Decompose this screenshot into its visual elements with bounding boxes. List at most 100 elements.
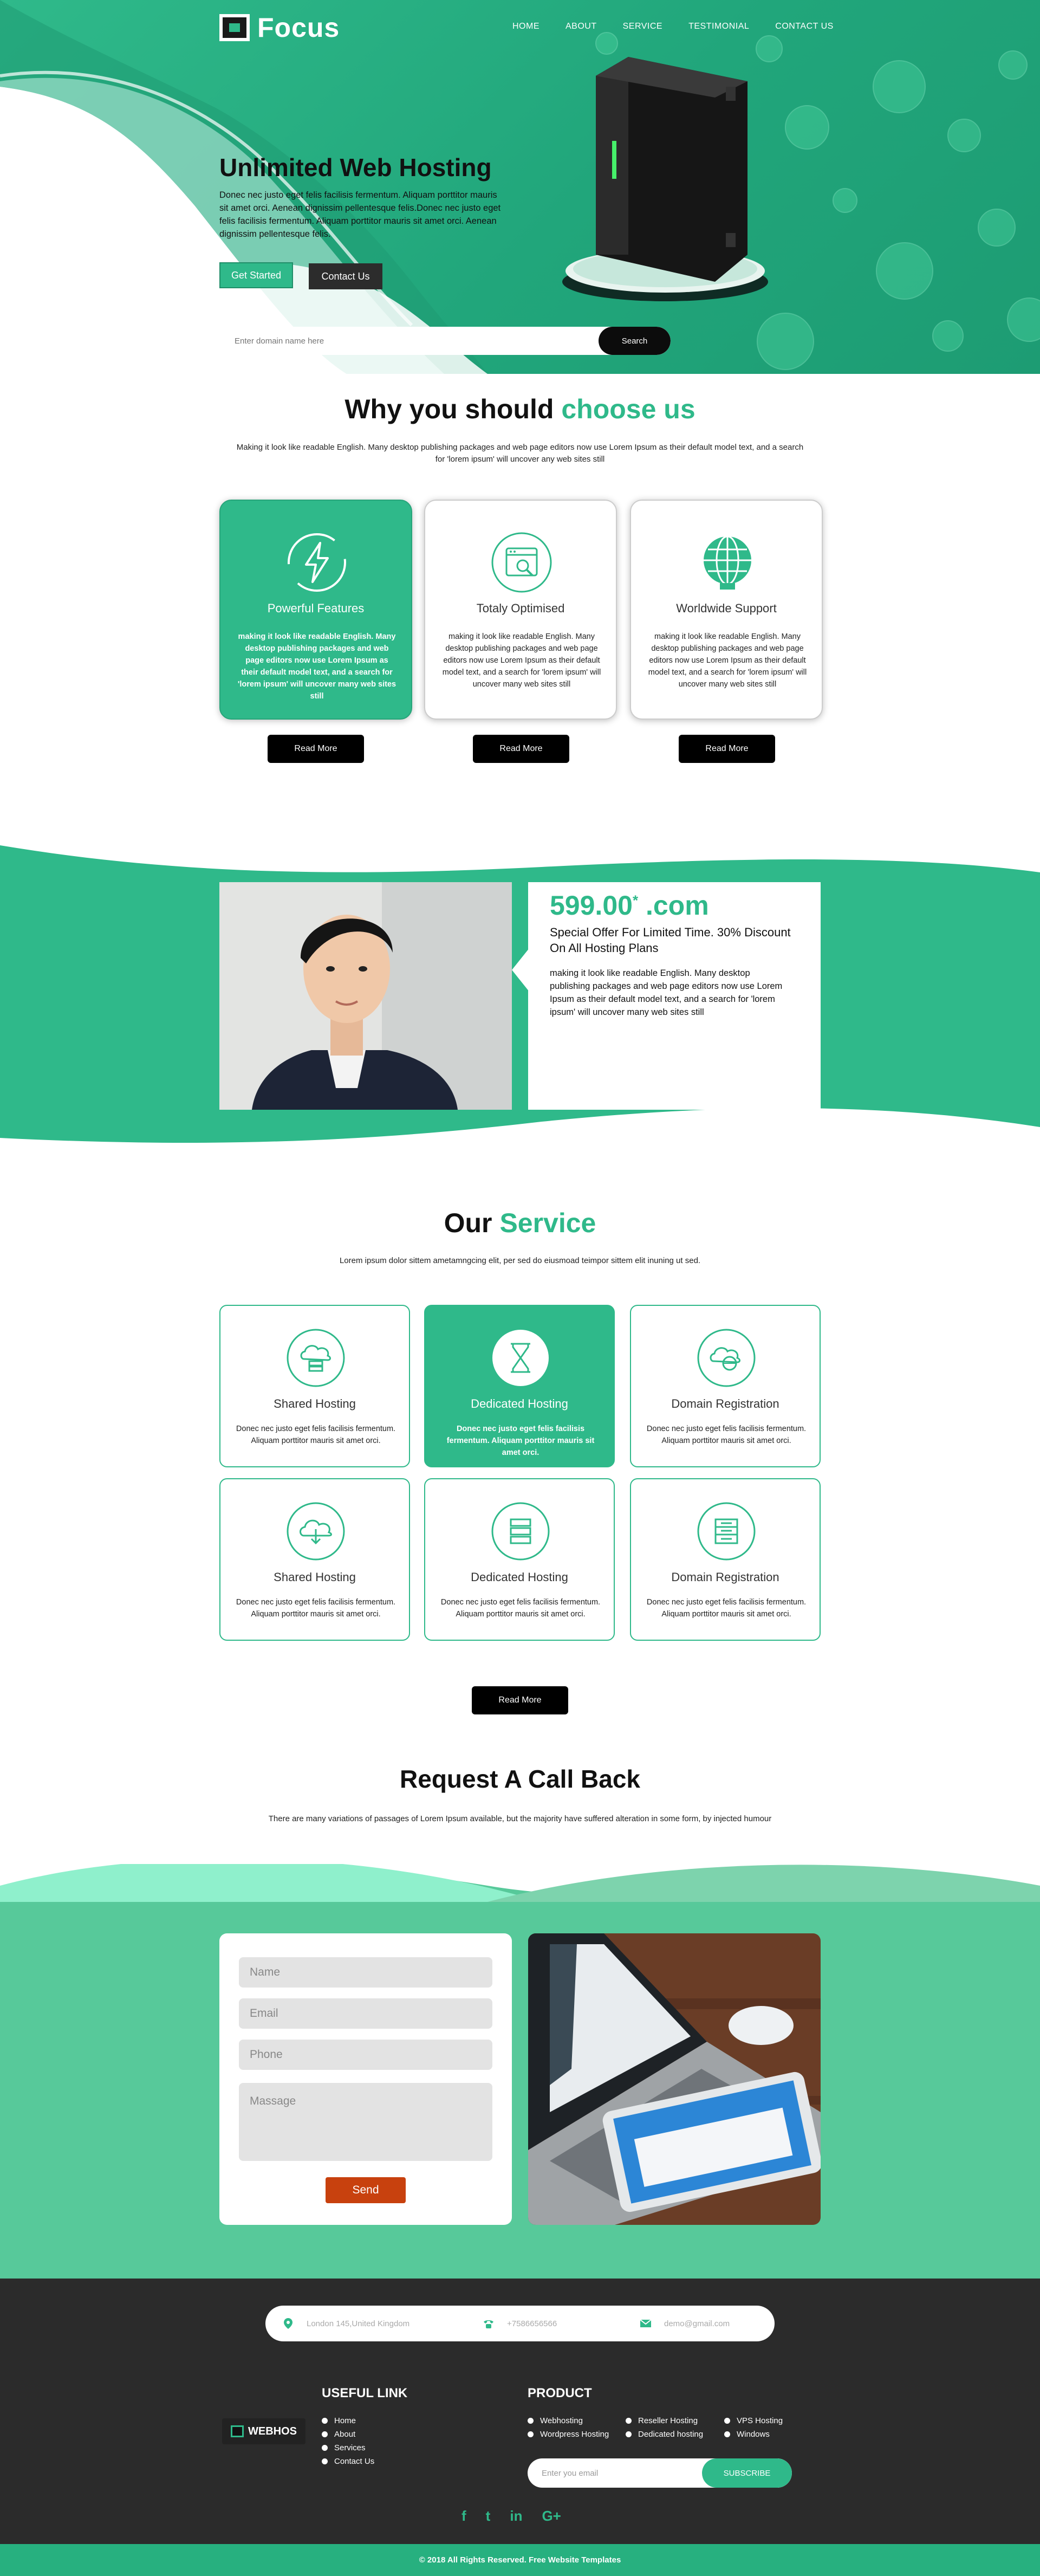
feature-title: Worldwide Support (676, 601, 777, 615)
service-card-2: Dedicated Hosting Donec nec justo eget f… (424, 1305, 615, 1467)
hero-section: Focus HOME ABOUT SERVICE TESTIMONIAL CON… (0, 0, 1040, 374)
phone-icon (484, 2320, 493, 2328)
page: Focus HOME ABOUT SERVICE TESTIMONIAL CON… (0, 0, 1040, 2576)
laptop-photo (528, 1933, 821, 2225)
product-list-1: Webhosting Wordpress Hosting (528, 2414, 609, 2441)
phone-field[interactable]: Phone (239, 2040, 492, 2070)
service-title: Dedicated Hosting (471, 1570, 568, 1584)
customer-photo (219, 882, 512, 1110)
nav-testimonial[interactable]: TESTIMONIAL (688, 22, 749, 31)
email-field[interactable]: Email (239, 1998, 492, 2029)
lightning-refresh-icon (288, 533, 346, 592)
logo-icon (219, 14, 250, 41)
callback-subtitle: There are many variations of passages of… (268, 1814, 772, 1823)
product-heading: PRODUCT (528, 2386, 592, 2400)
why-title: Why you should choose us (0, 393, 1040, 425)
nav-service[interactable]: SERVICE (623, 22, 662, 31)
service-card-3: Domain Registration Donec nec justo eget… (630, 1305, 821, 1467)
product-link[interactable]: Reseller Hosting (626, 2414, 703, 2428)
footer-link-home[interactable]: Home (322, 2414, 374, 2428)
hourglass-icon (492, 1330, 549, 1386)
product-link[interactable]: Dedicated hosting (626, 2428, 703, 2441)
cloud-download-icon (287, 1502, 345, 1561)
useful-links-list: Home About Services Contact Us (322, 2414, 374, 2468)
get-started-button[interactable]: Get Started (219, 262, 293, 288)
service-title: Our Service (0, 1207, 1040, 1239)
send-button[interactable]: Send (326, 2177, 406, 2203)
service-text: Donec nec justo eget felis facilisis fer… (446, 1425, 595, 1457)
message-field[interactable]: Massage (239, 2083, 492, 2161)
service-title: Domain Registration (671, 1397, 779, 1410)
service-text: Donec nec justo eget felis facilisis fer… (236, 1425, 396, 1445)
location-pin-icon (284, 2318, 292, 2329)
service-title: Dedicated Hosting (471, 1397, 568, 1410)
subscribe-button[interactable]: SUBSCRIBE (702, 2458, 792, 2488)
twitter-icon[interactable]: t (486, 2508, 491, 2525)
feature-title: Powerful Features (267, 601, 365, 615)
nav-about[interactable]: ABOUT (566, 22, 597, 31)
product-link[interactable]: Windows (724, 2428, 783, 2441)
footer-logo-icon (231, 2425, 244, 2437)
cloud-globe-icon (697, 1329, 756, 1387)
linkedin-icon[interactable]: in (510, 2508, 522, 2525)
domain-search-input[interactable] (219, 327, 599, 355)
footer-link-about[interactable]: About (322, 2428, 374, 2441)
globe-icon (704, 535, 751, 590)
brand-logo[interactable]: Focus (219, 12, 340, 43)
email-text: demo@gmail.com (664, 2319, 730, 2328)
server-stack-icon (491, 1502, 550, 1561)
product-link[interactable]: Wordpress Hosting (528, 2428, 609, 2441)
service-title: Shared Hosting (274, 1570, 356, 1584)
feature-card-support: Worldwide Support making it look like re… (630, 500, 823, 720)
offer-background (0, 845, 1040, 1143)
browser-search-icon (491, 532, 552, 593)
product-list-2: Reseller Hosting Dedicated hosting (626, 2414, 703, 2441)
read-more-button-2[interactable]: Read More (473, 735, 569, 763)
contact-us-button[interactable]: Contact Us (309, 263, 382, 289)
search-button[interactable]: Search (599, 327, 671, 355)
product-link[interactable]: Webhosting (528, 2414, 609, 2428)
footer-logo[interactable]: WEBHOS (222, 2418, 306, 2444)
name-field[interactable]: Name (239, 1957, 492, 1988)
service-title: Shared Hosting (274, 1397, 356, 1410)
domain-search-bar: Search (219, 327, 671, 355)
price-suffix: .com (638, 890, 709, 921)
service-title-part2: Service (499, 1208, 596, 1238)
offer-card: 599.00* .com Special Offer For Limited T… (528, 882, 821, 1110)
footer-link-services[interactable]: Services (322, 2441, 374, 2455)
main-menu: HOME ABOUT SERVICE TESTIMONIAL CONTACT U… (512, 22, 860, 31)
service-text: Donec nec justo eget felis facilisis fer… (646, 1598, 807, 1619)
callback-title: Request A Call Back (400, 1765, 640, 1793)
subscribe-form: Enter you email SUBSCRIBE (528, 2458, 792, 2488)
nav-home[interactable]: HOME (512, 22, 540, 31)
service-card-6: Domain Registration Donec nec justo eget… (630, 1478, 821, 1641)
feature-card-optimised: Totaly Optimised making it look like rea… (424, 500, 617, 720)
service-text: Donec nec justo eget felis facilisis fer… (440, 1598, 601, 1619)
feature-text: making it look like readable English. Ma… (442, 632, 601, 689)
service-subtitle: Lorem ipsum dolor sittem ametamngcing el… (339, 1256, 701, 1265)
copyright-bar: © 2018 All Rights Reserved. Free Website… (0, 2544, 1040, 2576)
nav-contact[interactable]: CONTACT US (775, 22, 834, 31)
social-links: f t in G+ (461, 2508, 561, 2525)
subscribe-email-input[interactable]: Enter you email (542, 2458, 598, 2488)
footer-link-contact[interactable]: Contact Us (322, 2455, 374, 2468)
feature-title: Totaly Optimised (476, 601, 565, 615)
product-link[interactable]: VPS Hosting (724, 2414, 783, 2428)
service-card-1: Shared Hosting Donec nec justo eget feli… (219, 1305, 410, 1467)
service-title-part1: Our (444, 1208, 492, 1238)
read-more-button-1[interactable]: Read More (268, 735, 364, 763)
service-card-5: Dedicated Hosting Donec nec justo eget f… (424, 1478, 615, 1641)
google-plus-icon[interactable]: G+ (542, 2508, 561, 2525)
product-list-3: VPS Hosting Windows (724, 2414, 783, 2441)
callback-background (0, 1864, 1040, 2279)
offer-heading: Special Offer For Limited Time. 30% Disc… (550, 925, 791, 955)
facebook-icon[interactable]: f (461, 2508, 466, 2525)
database-list-icon (697, 1502, 756, 1561)
offer-price: 599.00* .com (550, 890, 709, 921)
service-read-more-button[interactable]: Read More (472, 1686, 568, 1714)
feature-text: making it look like readable English. Ma… (648, 632, 807, 689)
contact-phone: +7586656566 (482, 2306, 557, 2341)
cloud-server-icon (287, 1329, 345, 1387)
service-title: Domain Registration (671, 1570, 779, 1584)
read-more-button-3[interactable]: Read More (679, 735, 775, 763)
